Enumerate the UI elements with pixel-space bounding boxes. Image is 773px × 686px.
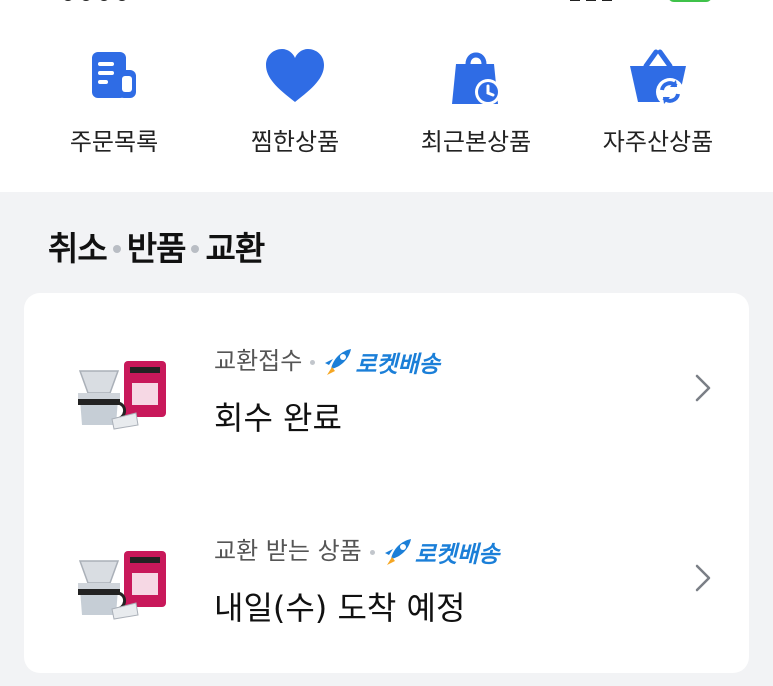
- rocket-icon: [325, 349, 352, 375]
- section-title-cancel: 취소: [48, 229, 108, 268]
- status-bar: [0, 0, 773, 4]
- section-title-exchange: 교환: [205, 229, 265, 268]
- quick-menu-recently-viewed[interactable]: 최근본상품: [386, 46, 566, 166]
- quick-menu-label: 주문목록: [69, 128, 159, 156]
- exchange-item-row[interactable]: 교환접수 로켓배송 회수 완료: [24, 293, 749, 483]
- quick-menu-label: 최근본상품: [420, 128, 532, 156]
- coffee-dripper-product-image: [72, 543, 172, 623]
- exchange-meta: 교환 받는 상품 로켓배송: [214, 531, 499, 569]
- quick-menu-wishlist[interactable]: 찜한상품: [205, 46, 385, 166]
- quick-menu-order-list[interactable]: 주문목록: [24, 46, 204, 166]
- heart-icon: [266, 49, 324, 102]
- coffee-dripper-product-image: [72, 353, 172, 433]
- quick-menu-label: 찜한상품: [250, 128, 340, 156]
- battery-icon: [668, 0, 712, 2]
- separator-dot: [191, 244, 200, 253]
- rocket-icon: [384, 539, 411, 565]
- chevron-right-icon[interactable]: [692, 563, 714, 593]
- shopping-bag-clock-icon: [452, 52, 501, 105]
- exchange-item-row[interactable]: 교환 받는 상품 로켓배송 내일(수) 도착 예정: [24, 483, 749, 673]
- exchange-meta: 교환접수 로켓배송: [214, 341, 440, 379]
- quick-menu-panel: 주문목록 찜한상품 최근본상품 자주산상품: [0, 0, 773, 192]
- rocket-delivery-badge: 로켓배송: [355, 352, 440, 378]
- section-title: 취소 반품 교환: [48, 222, 265, 270]
- receipt-icon: [92, 52, 136, 98]
- separator-dot: [112, 244, 121, 253]
- quick-menu-label: 자주산상품: [602, 128, 714, 156]
- section-title-return: 반품: [126, 229, 187, 268]
- chevron-right-icon[interactable]: [692, 373, 714, 403]
- rocket-delivery-badge: 로켓배송: [414, 542, 500, 568]
- separator-dot: [369, 549, 375, 555]
- exchange-type-label: 교환접수: [214, 347, 303, 375]
- separator-dot: [310, 359, 316, 365]
- basket-refresh-icon: [630, 49, 686, 106]
- exchange-type-label: 교환 받는 상품: [214, 537, 362, 565]
- exchange-status: 내일(수) 도착 예정: [214, 589, 466, 627]
- quick-menu-frequently-bought[interactable]: 자주산상품: [568, 46, 748, 166]
- exchange-card: 교환접수 로켓배송 회수 완료 교환 받는 상품 로켓배송 내일(수) 도착 예…: [24, 293, 749, 673]
- exchange-status: 회수 완료: [214, 399, 342, 437]
